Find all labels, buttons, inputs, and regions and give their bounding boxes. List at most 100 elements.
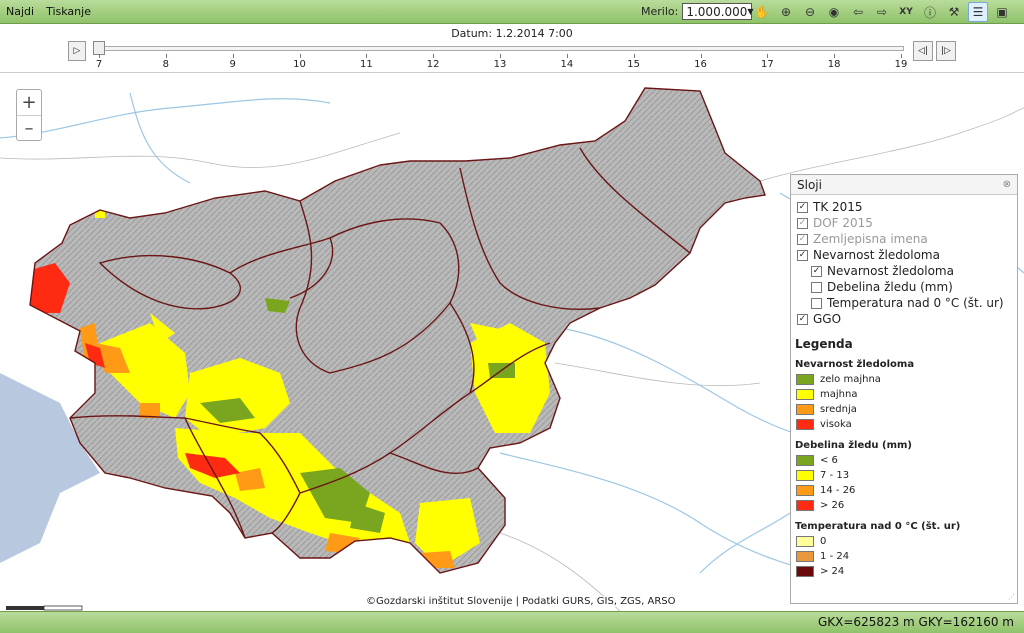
time-tick [232, 54, 234, 58]
legend-item: > 26 [791, 498, 1017, 513]
layer-item[interactable]: Temperatura nad 0 °C (št. ur) [791, 295, 1017, 311]
legend-title: Legenda [795, 337, 853, 351]
time-tick-label: 8 [162, 59, 170, 70]
layer-item[interactable]: ✓ TK 2015 [791, 199, 1017, 215]
legend-item: zelo majhna [791, 372, 1017, 387]
step-forward-icon[interactable]: |▷ [936, 41, 956, 61]
layer-item[interactable]: ✓ GGO [791, 311, 1017, 327]
scale-select[interactable]: 1.000.000 ▼ [682, 3, 754, 20]
time-tick [566, 54, 568, 58]
info-icon[interactable]: ⓘ [920, 2, 940, 22]
legend-icon[interactable]: ▣ [992, 2, 1012, 22]
checkbox-checked-icon[interactable]: ✓ [797, 313, 808, 325]
menu-item-najdi[interactable]: Najdi [6, 5, 34, 18]
legend-item: 1 - 24 [791, 549, 1017, 564]
time-tick-label: 11 [359, 59, 373, 70]
layer-item[interactable]: ✓ DOF 2015 [791, 215, 1017, 231]
legend-swatch [796, 455, 814, 466]
zoom-control: + – [16, 89, 42, 141]
legend-item: srednja [791, 402, 1017, 417]
xy-tool-button[interactable]: XY [896, 2, 916, 22]
time-tick-label: 16 [694, 59, 707, 70]
play-icon[interactable]: ▷ [68, 41, 86, 61]
checkbox-icon[interactable] [811, 297, 822, 309]
legend-label: 7 - 13 [820, 470, 850, 481]
layers-panel-title: Sloji [797, 177, 822, 192]
layer-list: ✓ TK 2015 ✓ DOF 2015 ✓ Zemljepisna imena ✓ Neva… [791, 195, 1017, 327]
legend-label: < 6 [820, 455, 838, 466]
menu-item-tiskanje[interactable]: Tiskanje [46, 5, 91, 18]
layer-item[interactable]: ✓ Zemljepisna imena [791, 231, 1017, 247]
legend-label: 0 [820, 536, 827, 547]
scale-label: Merilo: [641, 5, 679, 18]
layer-label: Zemljepisna imena [813, 232, 928, 246]
layers-icon[interactable]: ☰ [968, 2, 988, 22]
legend-swatch [796, 566, 814, 577]
layer-item[interactable]: ✓ Nevarnost žledoloma [791, 263, 1017, 279]
legend-swatch [796, 389, 814, 400]
arrow-left-icon[interactable]: ⇦ [848, 2, 868, 22]
resize-handle-icon[interactable]: ⋰ [1008, 593, 1015, 601]
zoom-in-icon[interactable]: ⊕ [776, 2, 796, 22]
legend-swatch [796, 419, 814, 430]
time-slider-track[interactable] [98, 46, 904, 51]
close-icon[interactable]: ⊗ [1003, 179, 1011, 190]
legend-swatch [796, 374, 814, 385]
zoom-out-button[interactable]: – [17, 115, 41, 140]
time-tick [299, 54, 301, 58]
time-tick-label: 15 [627, 59, 641, 70]
layer-item[interactable]: ✓ Nevarnost žledoloma [791, 247, 1017, 263]
time-tick [433, 54, 435, 58]
legend-label: zelo majhna [820, 374, 881, 385]
layer-label: Nevarnost žledoloma [827, 264, 954, 278]
legend-item: 7 - 13 [791, 468, 1017, 483]
legend-label: > 24 [820, 566, 845, 577]
checkbox-checked-icon[interactable]: ✓ [811, 265, 822, 277]
legend-group-title: Nevarnost žledoloma [795, 359, 915, 370]
time-tick [700, 54, 702, 58]
legend-item: 0 [791, 534, 1017, 549]
legend-label: visoka [820, 419, 852, 430]
legend-swatch [796, 536, 814, 547]
checkbox-checked-icon[interactable]: ✓ [797, 201, 808, 213]
zoom-in-button[interactable]: + [17, 90, 41, 115]
legend-swatch [796, 551, 814, 562]
legend-label: 1 - 24 [820, 551, 850, 562]
legend-groups: Nevarnost žledoloma zelo majhna majhna sred… [791, 359, 1017, 579]
top-toolbar: Najdi Tiskanje Merilo: 1.000.000 ▼ ✋ ⊕ ⊖… [0, 0, 1024, 24]
time-tick [366, 54, 368, 58]
checkbox-checked-icon[interactable]: ✓ [797, 217, 808, 229]
checkbox-checked-icon[interactable]: ✓ [797, 233, 808, 245]
legend-group-title: Temperatura nad 0 °C (št. ur) [795, 521, 961, 532]
time-tick-label: 7 [95, 59, 103, 70]
globe-icon[interactable]: ◉ [824, 2, 844, 22]
legend-label: majhna [820, 389, 858, 400]
map-tools: ✋ ⊕ ⊖ ◉ ⇦ ⇨ XY ⓘ ⚒ ☰ ▣ [752, 2, 1012, 22]
step-back-icon[interactable]: ◁| [913, 41, 933, 61]
legend-item: 14 - 26 [791, 483, 1017, 498]
measure-icon[interactable]: ⚒ [944, 2, 964, 22]
legend-swatch [796, 470, 814, 481]
checkbox-checked-icon[interactable]: ✓ [797, 249, 808, 261]
zoom-out-icon[interactable]: ⊖ [800, 2, 820, 22]
time-slider-handle[interactable] [93, 41, 105, 55]
checkbox-icon[interactable] [811, 281, 822, 293]
arrow-right-icon[interactable]: ⇨ [872, 2, 892, 22]
legend-swatch [796, 500, 814, 511]
legend-label: srednja [820, 404, 857, 415]
main-menu: Najdi Tiskanje [6, 5, 91, 18]
layer-label: GGO [813, 312, 842, 326]
map-credit: ©Gozdarski inštitut Slovenije | Podatki … [366, 596, 676, 607]
layer-item[interactable]: Debelina žledu (mm) [791, 279, 1017, 295]
coordinate-readout: GKX=625823 m GKY=162160 m [817, 615, 1014, 629]
legend-label: 14 - 26 [820, 485, 856, 496]
time-tick [834, 54, 836, 58]
legend-item: majhna [791, 387, 1017, 402]
layer-label: Nevarnost žledoloma [813, 248, 940, 262]
layer-label: Debelina žledu (mm) [827, 280, 953, 294]
time-tick-label: 12 [426, 59, 440, 70]
time-tick [500, 54, 501, 58]
hand-icon[interactable]: ✋ [752, 2, 772, 22]
time-tick [165, 54, 167, 58]
legend-item: > 24 [791, 564, 1017, 579]
